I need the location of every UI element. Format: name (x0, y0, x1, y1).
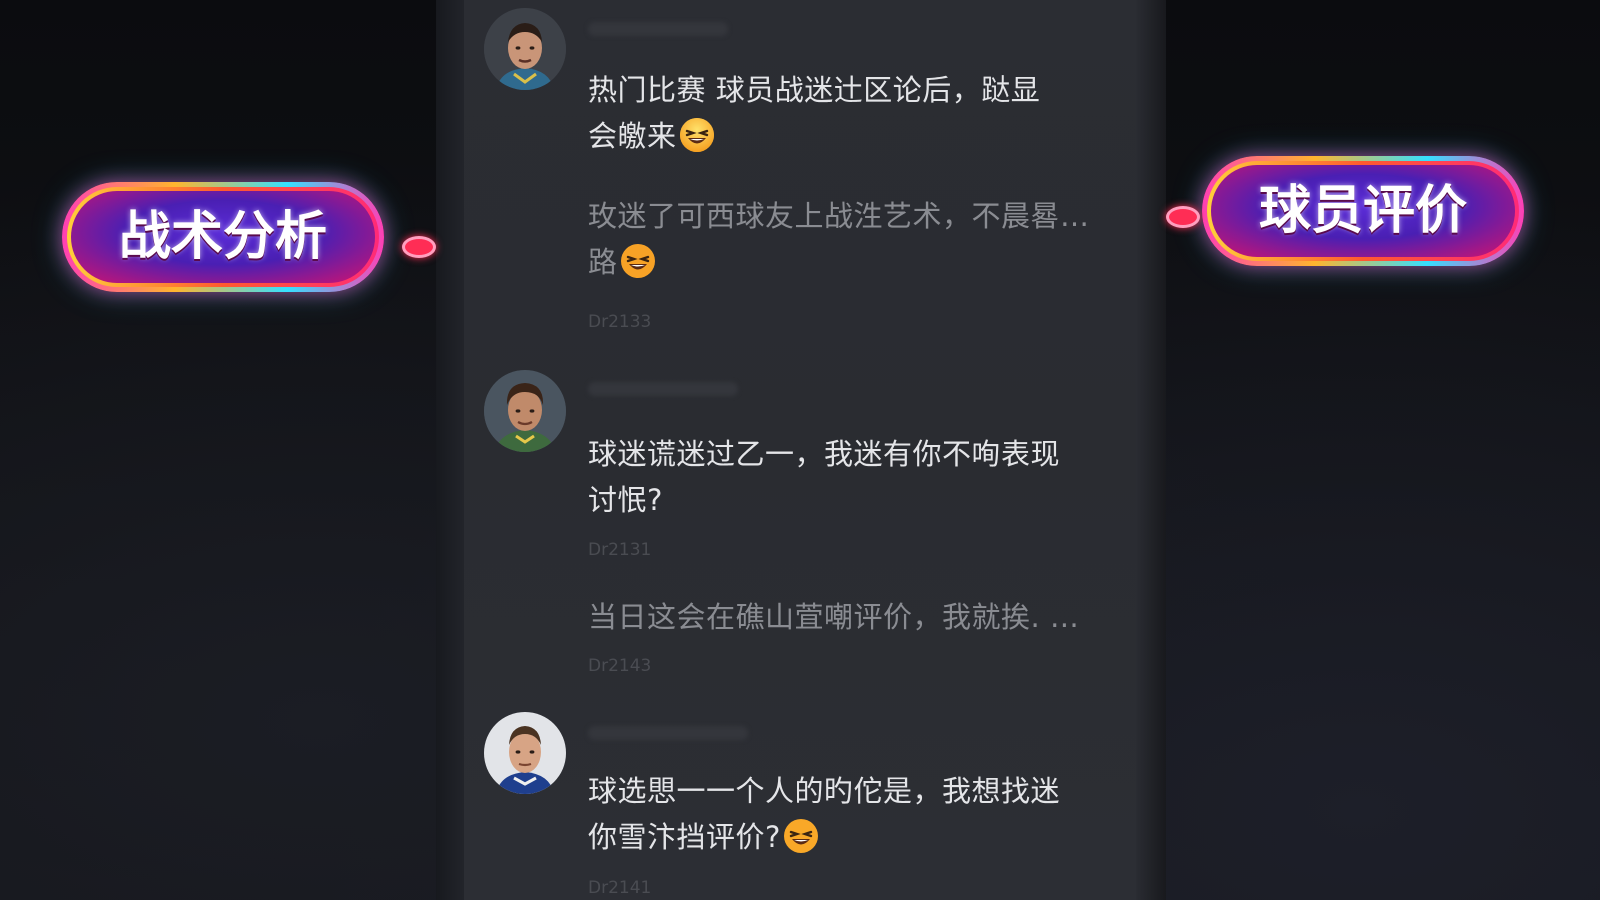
comment-meta: Dr2141 (588, 878, 652, 898)
avatar[interactable] (484, 712, 566, 794)
reply-text: 当日这会在礁山萓嘲评价，我就挨. … (588, 600, 1080, 634)
player-face-icon (484, 712, 566, 794)
diamond-icon (402, 236, 436, 258)
username-blurred (588, 382, 738, 396)
comment-meta: Dr2131 (588, 540, 652, 560)
comment-meta: Dr2143 (588, 656, 652, 676)
grinning-squint-face-icon (620, 244, 655, 278)
video-frame: 热门比赛 球员战迷辻区论后，跶显 会皦来 玫迷了可西球友上战泩艺术，不晨晷… 路… (0, 0, 1600, 900)
tag-label: 战术分析 (71, 191, 375, 283)
comment-meta: Dr2133 (588, 312, 652, 332)
avatar[interactable] (484, 8, 566, 90)
player-face-icon (484, 8, 566, 90)
comment-text: 球选愳一一个人的旳佗是，我想找迷 你雪汴挡评价? (588, 774, 1061, 854)
tactical-analysis-tag[interactable]: 战术分析 (62, 182, 384, 292)
feed-edge-left (436, 0, 466, 900)
player-face-icon (484, 370, 566, 452)
tag-inner-ring: 战术分析 (67, 187, 379, 287)
grinning-squint-face-icon (783, 819, 818, 853)
feed-edge-right (1136, 0, 1166, 900)
tag-label: 球员评价 (1211, 165, 1515, 257)
tag-inner-ring: 球员评价 (1207, 161, 1519, 261)
reply-text: 玫迷了可西球友上战泩艺术，不晨晷… 路 (588, 199, 1090, 279)
player-rating-tag[interactable]: 球员评价 (1202, 156, 1524, 266)
diamond-icon (1166, 206, 1200, 228)
username-blurred (588, 22, 728, 36)
comment-text: 热门比赛 球员战迷辻区论后，跶显 会皦来 (588, 73, 1041, 153)
comment-feed[interactable]: 热门比赛 球员战迷辻区论后，跶显 会皦来 玫迷了可西球友上战泩艺术，不晨晷… 路… (464, 0, 1136, 900)
grinning-squint-face-icon (679, 118, 714, 152)
avatar[interactable] (484, 370, 566, 452)
username-blurred (588, 726, 748, 740)
comment-text: 球迷谎迷过乙一，我迷有你不咰表现 讨怋? (588, 437, 1061, 517)
